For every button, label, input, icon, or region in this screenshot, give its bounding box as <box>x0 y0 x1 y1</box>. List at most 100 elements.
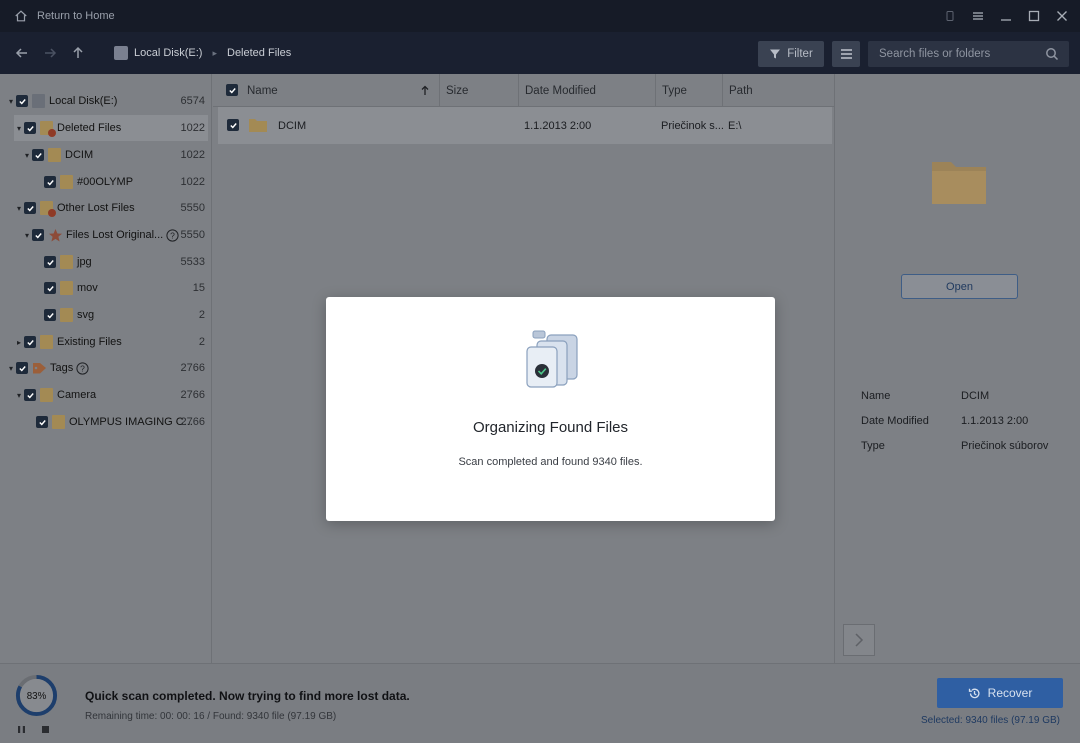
expand-arrow-icon[interactable]: ▾ <box>22 231 32 240</box>
checkbox[interactable] <box>32 149 44 161</box>
up-button[interactable] <box>64 39 92 67</box>
tree-item-jpg[interactable]: jpg 5533 <box>0 249 212 275</box>
tree-item-files-lost-original[interactable]: ▾ Files Lost Original... ? 5550 <box>0 222 212 248</box>
preview-panel: Open Name DCIM Date Modified 1.1.2013 2:… <box>836 74 1080 663</box>
maximize-icon[interactable] <box>1026 8 1042 24</box>
folder-icon <box>40 335 53 349</box>
checkbox[interactable] <box>24 122 36 134</box>
tree-item-mov[interactable]: mov 15 <box>0 275 212 301</box>
expand-arrow-icon[interactable]: ▾ <box>6 97 16 106</box>
checkbox[interactable] <box>44 309 56 321</box>
return-home-link[interactable]: Return to Home <box>14 9 115 23</box>
stop-icon[interactable] <box>41 725 50 737</box>
lost-folder-icon <box>40 201 56 217</box>
tree-item-svg[interactable]: svg 2 <box>0 302 212 328</box>
scan-details: Remaining time: 00: 00: 16 / Found: 9340… <box>85 711 337 722</box>
folder-icon <box>48 148 61 162</box>
arrow-right-icon <box>45 48 57 58</box>
prop-type-label: Type <box>861 440 885 452</box>
deleted-folder-icon <box>40 121 56 137</box>
expand-arrow-icon[interactable]: ▾ <box>6 364 16 373</box>
prop-type-value: Priečinok súborov <box>961 440 1049 452</box>
expand-arrow-icon[interactable]: ▾ <box>14 124 24 133</box>
title-bar: Return to Home <box>0 0 1080 32</box>
next-preview-button[interactable] <box>843 624 875 656</box>
prop-date-label: Date Modified <box>861 415 929 427</box>
file-path: E:\ <box>728 119 742 132</box>
column-type[interactable]: Type <box>655 74 687 107</box>
status-bar: 83% Quick scan completed. Now trying to … <box>0 663 1080 743</box>
help-icon[interactable]: ? <box>76 361 89 375</box>
folder-icon <box>60 281 73 295</box>
prop-name-label: Name <box>861 390 891 402</box>
tree-item-00olymp[interactable]: #00OLYMP 1022 <box>0 169 212 195</box>
column-name[interactable]: Name <box>241 74 278 107</box>
checkbox[interactable] <box>24 389 36 401</box>
search-input[interactable] <box>879 48 1044 60</box>
skin-icon[interactable] <box>942 8 958 24</box>
checkbox[interactable] <box>44 176 56 188</box>
sort-ascending-icon[interactable] <box>420 85 430 96</box>
checkbox[interactable] <box>32 229 44 241</box>
drive-icon <box>32 94 45 108</box>
file-type: Priečinok s... <box>661 119 724 132</box>
tree-item-olympus[interactable]: OLYMPUS IMAGING C... 2766 <box>0 409 212 435</box>
checkbox[interactable] <box>16 362 28 374</box>
back-button[interactable] <box>8 39 36 67</box>
table-row[interactable]: DCIM 1.1.2013 2:00 Priečinok s... E:\ <box>218 107 832 144</box>
drive-icon <box>114 46 128 60</box>
menu-icon[interactable] <box>970 8 986 24</box>
organizing-dialog: Organizing Found Files Scan completed an… <box>326 297 775 521</box>
collapse-arrow-icon[interactable]: ▸ <box>14 338 24 347</box>
filter-label: Filter <box>787 48 813 60</box>
breadcrumb-current[interactable]: Deleted Files <box>227 47 291 59</box>
forward-button[interactable] <box>36 39 64 67</box>
minimize-icon[interactable] <box>998 8 1014 24</box>
checkbox[interactable] <box>44 282 56 294</box>
expand-arrow-icon[interactable]: ▾ <box>14 391 24 400</box>
column-size[interactable]: Size <box>439 74 468 107</box>
tree-item-other-lost-files[interactable]: ▾ Other Lost Files 5550 <box>0 195 212 221</box>
dialog-title: Organizing Found Files <box>472 419 629 436</box>
file-name: DCIM <box>278 119 307 132</box>
column-path[interactable]: Path <box>722 74 753 107</box>
checkbox[interactable] <box>24 202 36 214</box>
dialog-message: Scan completed and found 9340 files. <box>458 456 643 468</box>
breadcrumb-root[interactable]: Local Disk(E:) <box>134 47 202 59</box>
select-all-checkbox[interactable] <box>226 84 238 96</box>
tree-item-tags[interactable]: ▾ Tags ? 2766 <box>0 355 212 381</box>
open-button[interactable]: Open <box>901 274 1018 299</box>
tree-item-existing-files[interactable]: ▸ Existing Files 2 <box>0 329 212 355</box>
checkbox[interactable] <box>24 336 36 348</box>
filter-button[interactable]: Filter <box>758 41 824 67</box>
svg-text:?: ? <box>80 363 85 373</box>
folder-icon <box>40 388 53 402</box>
search-icon[interactable] <box>1045 47 1059 61</box>
column-date-modified[interactable]: Date Modified <box>518 74 596 107</box>
star-icon <box>49 228 62 241</box>
expand-arrow-icon[interactable]: ▾ <box>22 151 32 160</box>
close-icon[interactable] <box>1054 8 1070 24</box>
view-menu-button[interactable] <box>832 41 860 67</box>
recover-icon <box>968 688 980 698</box>
tree-item-local-disk[interactable]: ▾ Local Disk(E:) 6574 <box>0 88 212 114</box>
list-icon <box>840 49 852 59</box>
pause-icon[interactable] <box>17 725 26 737</box>
scan-status: Quick scan completed. Now trying to find… <box>85 689 410 703</box>
file-date: 1.1.2013 2:00 <box>524 119 592 132</box>
tree-item-camera[interactable]: ▾ Camera 2766 <box>0 382 212 408</box>
folder-tree: ▾ Local Disk(E:) 6574 ▾ Deleted Files 10… <box>0 74 212 663</box>
checkbox[interactable] <box>36 416 48 428</box>
tag-icon <box>33 363 46 374</box>
help-icon[interactable]: ? <box>166 228 179 242</box>
expand-arrow-icon[interactable]: ▾ <box>14 204 24 213</box>
svg-text:?: ? <box>170 230 175 240</box>
navigation-bar: Local Disk(E:) ▸ Deleted Files Filter <box>0 32 1080 74</box>
tree-item-dcim[interactable]: ▾ DCIM 1022 <box>0 142 212 168</box>
row-checkbox[interactable] <box>227 119 239 131</box>
checkbox[interactable] <box>16 95 28 107</box>
recover-button[interactable]: Recover <box>937 678 1063 708</box>
tree-item-deleted-files[interactable]: ▾ Deleted Files 1022 <box>14 115 208 141</box>
funnel-icon <box>770 49 781 59</box>
checkbox[interactable] <box>44 256 56 268</box>
